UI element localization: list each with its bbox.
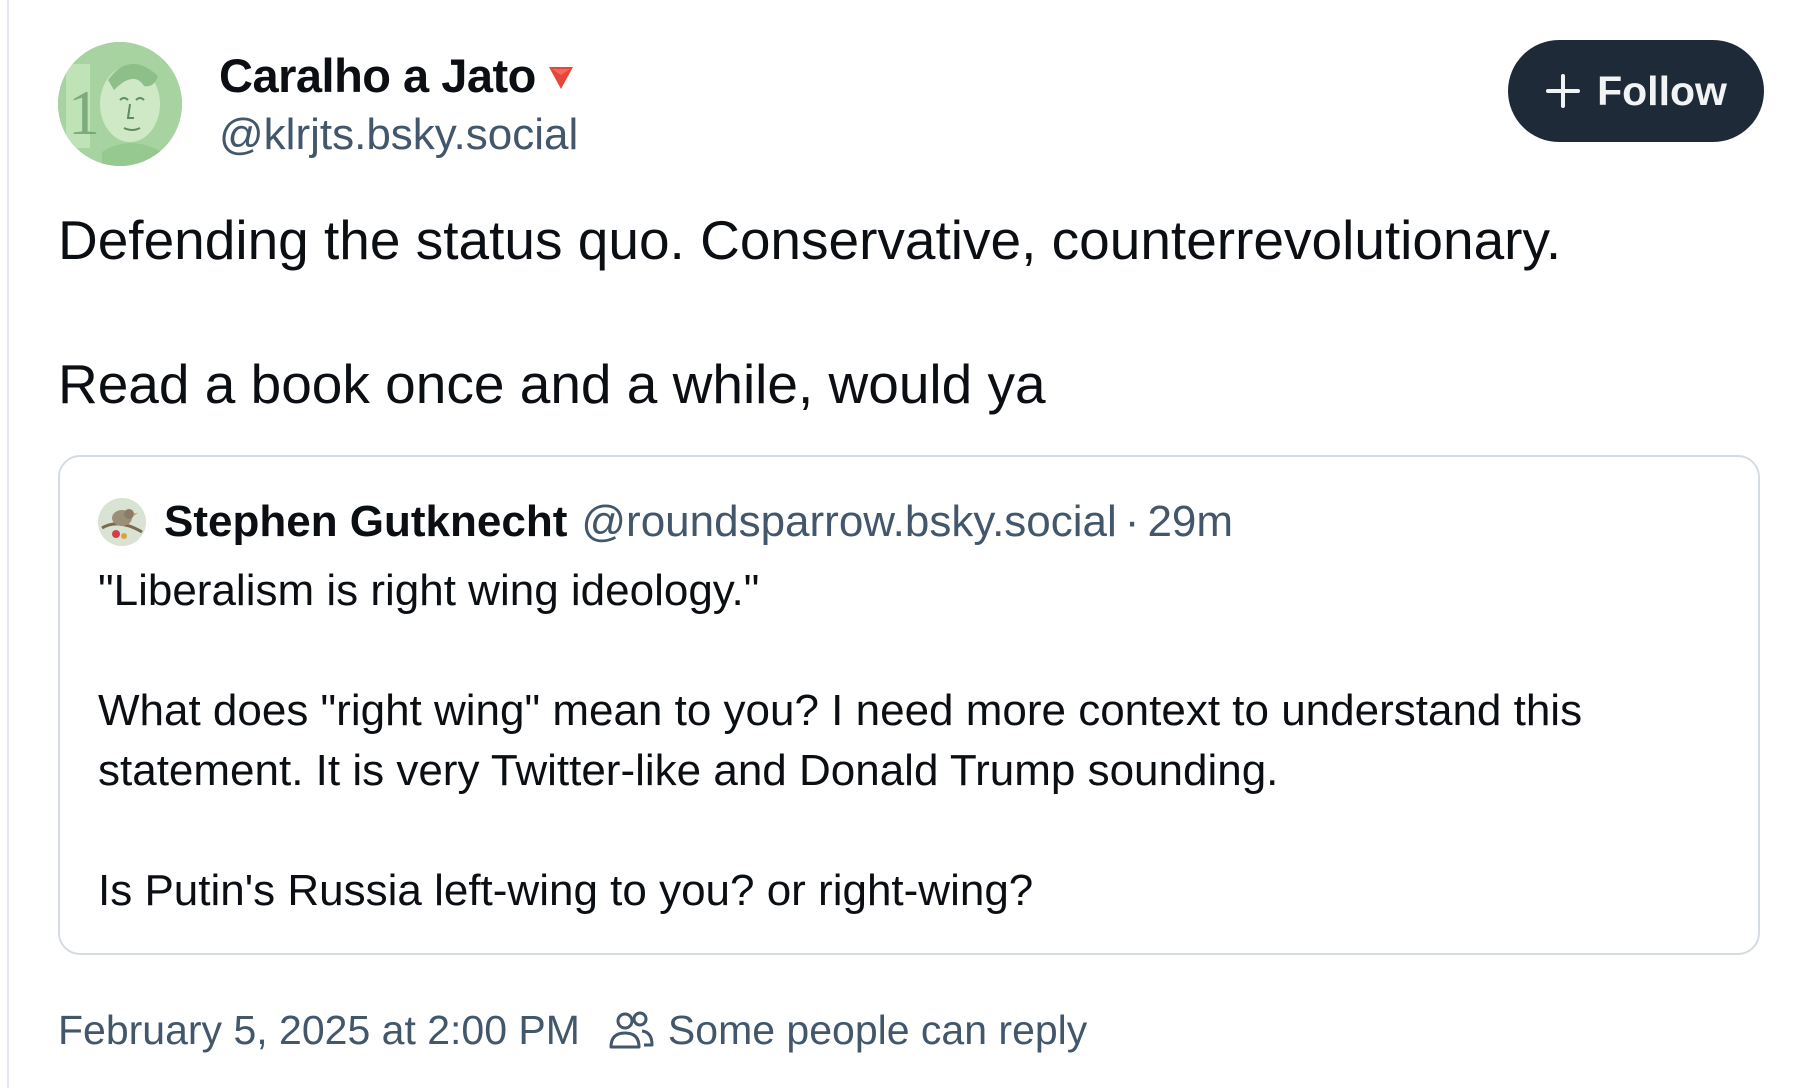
quoted-author-handle[interactable]: @roundsparrow.bsky.social <box>581 497 1116 547</box>
people-icon <box>609 1011 654 1049</box>
post-footer: February 5, 2025 at 2:00 PM Some people … <box>58 1004 1087 1056</box>
svg-text:1: 1 <box>68 77 100 148</box>
reply-setting[interactable]: Some people can reply <box>668 1007 1087 1054</box>
plus-icon <box>1546 74 1581 108</box>
author-display-name[interactable]: Caralho a Jato <box>219 48 576 103</box>
quoted-post-header: Stephen Gutknecht @roundsparrow.bsky.soc… <box>98 497 1233 547</box>
post-timestamp: February 5, 2025 at 2:00 PM <box>58 1006 580 1053</box>
quoted-author-name[interactable]: Stephen Gutknecht <box>164 497 567 547</box>
author-avatar[interactable]: 1 <box>58 42 182 166</box>
quoted-author-avatar[interactable] <box>98 498 146 546</box>
thread-divider <box>7 0 9 1088</box>
post-header: 1 Caralho a Jato @klrjts.bsky.social Fol… <box>58 40 1764 170</box>
bird-avatar-icon <box>98 498 146 546</box>
banknote-portrait-avatar-icon: 1 <box>58 42 182 166</box>
red-triangle-down-icon <box>546 48 576 103</box>
quoted-post-text: "Liberalism is right wing ideology." Wha… <box>98 566 1583 915</box>
quoted-post[interactable]: Stephen Gutknecht @roundsparrow.bsky.soc… <box>58 455 1760 955</box>
post-body-text: Defending the status quo. Conservative, … <box>58 209 1562 415</box>
follow-button-label: Follow <box>1597 67 1727 114</box>
separator-dot: · <box>1124 497 1140 546</box>
follow-button[interactable]: Follow <box>1508 40 1764 142</box>
author-handle[interactable]: @klrjts.bsky.social <box>219 110 578 160</box>
quoted-post-time[interactable]: 29m <box>1147 497 1233 547</box>
